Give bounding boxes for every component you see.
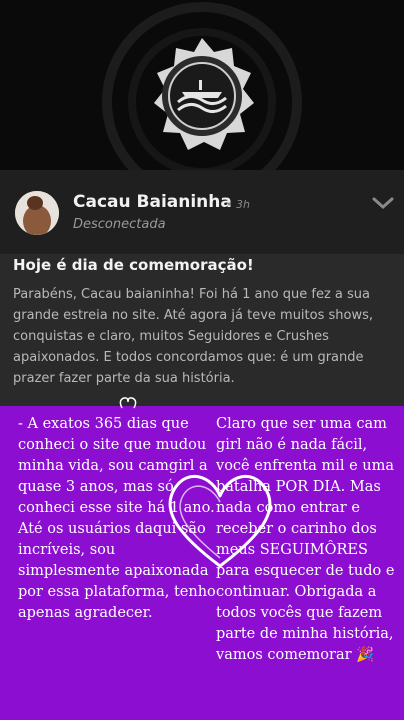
chevron-down-icon[interactable]: [370, 194, 396, 212]
heart-squiggle-icon: [119, 397, 137, 409]
header-banner: [0, 0, 404, 170]
site-logo-icon: [0, 0, 404, 170]
post-card: Cacau Baianinha • 3h Desconectada Hoje é…: [0, 170, 404, 406]
post-title: Hoje é dia de comemoração!: [13, 256, 254, 274]
avatar[interactable]: [15, 191, 59, 235]
author-status: Desconectada: [73, 217, 166, 232]
heart-doodle-icon: [168, 475, 272, 568]
story-text-area: - A exatos 365 dias que conheci o site q…: [0, 397, 404, 720]
post-header: Cacau Baianinha • 3h Desconectada: [0, 170, 404, 254]
author-name[interactable]: Cacau Baianinha: [73, 192, 232, 212]
post-body: Parabéns, Cacau baianinha! Foi há 1 ano …: [13, 287, 374, 386]
post-time: 3h: [236, 198, 250, 211]
